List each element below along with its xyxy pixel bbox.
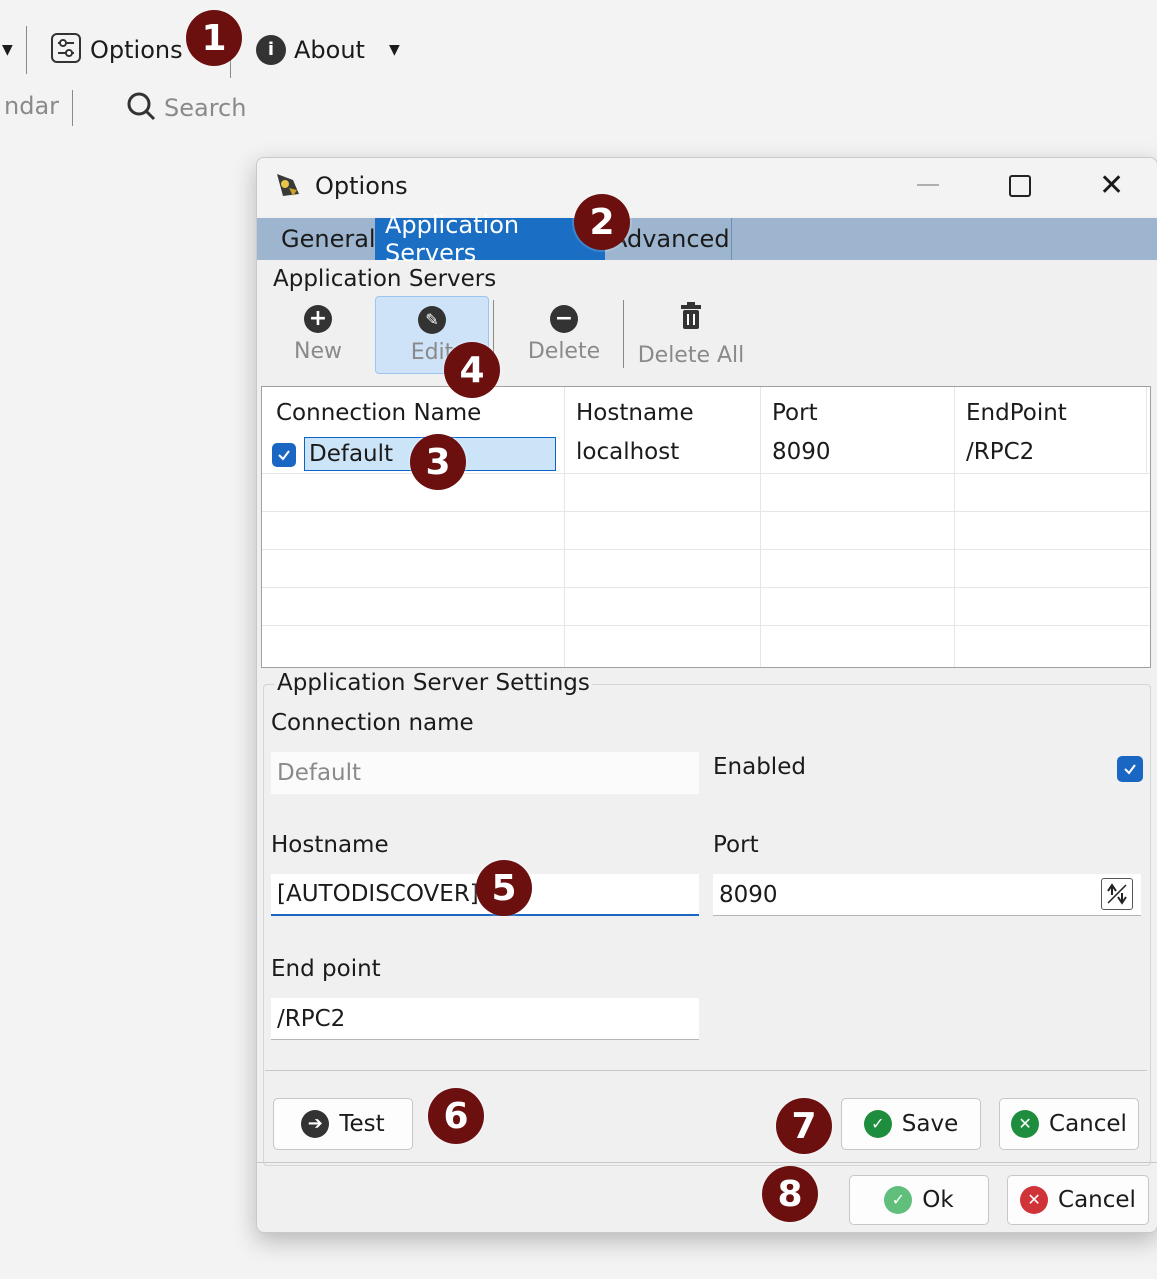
cancel-label: Cancel — [1058, 1187, 1136, 1213]
toolbar-divider — [623, 300, 624, 368]
plus-icon: + — [304, 304, 332, 333]
callout-badge: 5 — [476, 860, 532, 916]
settings-divider — [265, 1070, 1147, 1071]
hostname-label: Hostname — [271, 832, 389, 858]
table-row[interactable]: Default localhost 8090 /RPC2 — [262, 435, 1150, 473]
toolbar-dropdown-arrow[interactable]: ▼ — [2, 42, 13, 58]
delete-label: Delete — [527, 338, 601, 364]
ok-label: Ok — [922, 1187, 954, 1213]
column-header[interactable]: Connection Name — [276, 387, 556, 439]
about-button[interactable]: i About ▼ — [256, 30, 400, 70]
maximize-button[interactable] — [1009, 175, 1031, 197]
close-button[interactable]: ✕ — [1099, 168, 1124, 203]
callout-badge: 4 — [444, 342, 500, 398]
search-button[interactable]: Search — [124, 88, 246, 128]
tab-application-servers[interactable]: Application Servers — [375, 211, 605, 267]
options-button[interactable]: Options — [50, 30, 183, 70]
column-header[interactable]: EndPoint — [966, 387, 1146, 439]
save-button[interactable]: ✓ Save — [841, 1098, 981, 1150]
row-divider — [262, 511, 1150, 512]
settings-group-label: Application Server Settings — [275, 670, 592, 696]
delete-all-label: Delete All — [637, 342, 745, 368]
footer-divider — [257, 1162, 1157, 1163]
x-icon: ✕ — [1020, 1186, 1049, 1214]
endpoint-label: End point — [271, 956, 381, 982]
ok-button[interactable]: ✓ Ok — [849, 1175, 989, 1225]
minus-icon: − — [550, 304, 578, 333]
endpoint-field[interactable]: /RPC2 — [271, 998, 699, 1040]
new-label: New — [294, 338, 342, 364]
tab-application-servers-label: Application Servers — [385, 211, 520, 267]
chevron-down-icon[interactable]: ▼ — [389, 42, 400, 58]
column-header[interactable]: Hostname — [576, 387, 756, 439]
about-label: About — [294, 36, 365, 64]
cancel-settings-button[interactable]: ✕ Cancel — [999, 1098, 1139, 1150]
column-header-label: Hostname — [576, 400, 694, 426]
trash-icon — [677, 301, 705, 337]
info-icon: i — [256, 35, 286, 65]
tab-strip: General Application Servers Advanced — [257, 211, 1157, 267]
test-button[interactable]: ➔ Test — [273, 1098, 413, 1150]
toolbar-divider — [26, 26, 27, 74]
column-header[interactable]: Port — [772, 387, 952, 439]
connection-name-label: Connection name — [271, 710, 474, 736]
check-icon: ✓ — [884, 1186, 913, 1214]
tab-general[interactable]: General — [271, 218, 386, 260]
delete-all-button[interactable]: Delete All — [637, 296, 745, 372]
callout-badge: 8 — [762, 1166, 818, 1222]
callout-badge: 6 — [428, 1088, 484, 1144]
column-header-label: Connection Name — [276, 400, 482, 426]
port-value: 8090 — [719, 881, 778, 908]
column-header-label: Port — [772, 400, 818, 426]
callout-badge: 7 — [776, 1098, 832, 1154]
test-arrow-icon: ➔ — [301, 1110, 330, 1138]
check-icon: ✓ — [863, 1110, 892, 1138]
calendar-button-partial[interactable]: ndar — [4, 92, 59, 120]
port-cell: 8090 — [772, 439, 831, 465]
row-divider — [262, 587, 1150, 588]
port-field[interactable]: 8090 — [713, 874, 1141, 916]
app-icon — [273, 170, 303, 204]
servers-table: Connection Name Hostname Port EndPoint D… — [261, 386, 1151, 668]
callout-badge: 1 — [186, 10, 242, 66]
options-dialog: Options ✕ General Application Servers Ad… — [256, 157, 1157, 1233]
row-divider — [262, 473, 1150, 474]
servers-group-label: Application Servers — [273, 266, 497, 292]
x-icon: ✕ — [1011, 1110, 1040, 1138]
tab-general-label: General — [281, 225, 376, 253]
save-label: Save — [901, 1111, 959, 1137]
minimize-button[interactable] — [917, 184, 939, 186]
delete-button[interactable]: − Delete — [519, 296, 609, 372]
options-label: Options — [90, 36, 183, 64]
column-header-label: EndPoint — [966, 400, 1067, 426]
connection-name-text: Default — [309, 441, 394, 467]
callout-badge: 3 — [410, 434, 466, 490]
test-label: Test — [339, 1111, 385, 1137]
row-enabled-checkbox[interactable] — [272, 443, 296, 467]
options-icon — [50, 32, 82, 68]
dialog-titlebar: Options ✕ — [257, 158, 1157, 216]
dialog-title: Options — [315, 172, 408, 200]
spinner-icon[interactable] — [1101, 878, 1133, 910]
callout-badge: 2 — [574, 194, 630, 250]
toolbar-divider — [72, 90, 73, 126]
cancel-button[interactable]: ✕ Cancel — [1007, 1175, 1149, 1225]
search-label: Search — [164, 94, 247, 122]
top-toolbar: ▼ Options i About ▼ ndar Search — [0, 0, 1157, 140]
connection-name-field[interactable]: Default — [271, 752, 699, 794]
search-icon — [124, 89, 158, 127]
row-divider — [262, 625, 1150, 626]
row-divider — [262, 549, 1150, 550]
enabled-label: Enabled — [713, 754, 806, 780]
enabled-checkbox[interactable] — [1117, 756, 1143, 782]
port-label: Port — [713, 832, 759, 858]
hostname-cell: localhost — [576, 439, 680, 465]
new-button[interactable]: + New — [277, 296, 359, 372]
cancel-settings-label: Cancel — [1049, 1111, 1127, 1137]
pencil-icon: ✎ — [418, 305, 446, 334]
endpoint-cell: /RPC2 — [966, 439, 1035, 465]
